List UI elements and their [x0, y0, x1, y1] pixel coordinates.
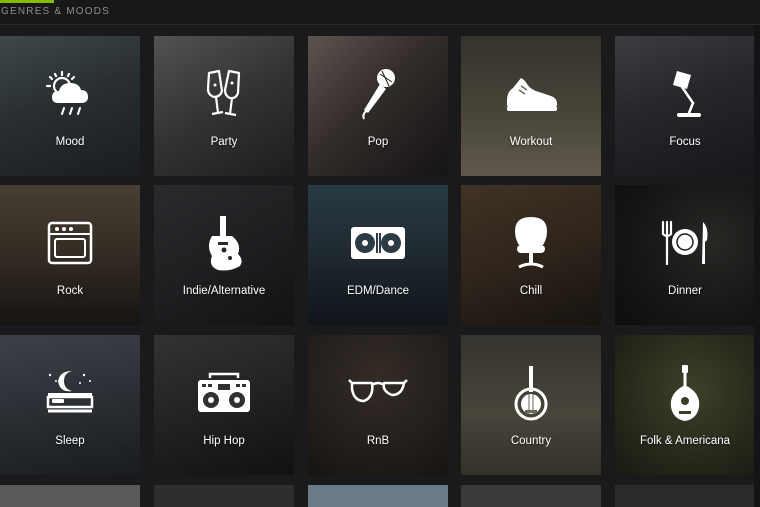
tile-label: Mood	[55, 136, 85, 148]
tile-partial[interactable]	[154, 485, 294, 507]
tile-workout[interactable]: Workout	[461, 36, 601, 176]
tile-label: Sleep	[55, 435, 85, 447]
tile-partial[interactable]	[461, 485, 601, 507]
tile-partial[interactable]	[615, 485, 755, 507]
tile-label: Hip Hop	[203, 435, 245, 447]
tile-label: Rock	[56, 285, 84, 297]
header-accent-bar	[0, 0, 54, 3]
tile-pop[interactable]: Pop	[308, 36, 448, 176]
tile-label: Dinner	[668, 285, 702, 297]
tile-partial[interactable]	[0, 485, 140, 507]
tile-hip-hop[interactable]: Hip Hop	[154, 335, 294, 475]
tile-label: Chill	[519, 285, 543, 297]
boombox-icon	[154, 361, 294, 425]
mandolin-icon	[615, 361, 755, 425]
tile-label: Party	[210, 136, 238, 148]
tile-label: EDM/Dance	[347, 285, 409, 297]
tile-label: Country	[510, 435, 552, 447]
tile-rnb[interactable]: RnB	[308, 335, 448, 475]
electric-guitar-icon	[154, 211, 294, 275]
section-title: GENRES & MOODS	[1, 6, 111, 17]
tile-label: Indie/Alternative	[182, 285, 266, 297]
tile-focus[interactable]: Focus	[615, 36, 755, 176]
tile-country[interactable]: Country	[461, 335, 601, 475]
weather-cloud-icon	[0, 62, 140, 126]
tile-mood[interactable]: Mood	[0, 36, 140, 176]
aviator-glasses-icon	[308, 361, 448, 425]
tile-label: RnB	[366, 435, 390, 447]
champagne-glasses-icon	[154, 62, 294, 126]
tile-edm-dance[interactable]: EDM/Dance	[308, 185, 448, 325]
tile-folk-americana[interactable]: Folk & Americana	[615, 335, 755, 475]
tile-label: Pop	[367, 136, 389, 148]
tile-chill[interactable]: Chill	[461, 185, 601, 325]
tile-label: Focus	[669, 136, 701, 148]
tile-label: Workout	[509, 136, 553, 148]
turntables-icon	[308, 211, 448, 275]
tile-partial[interactable]	[308, 485, 448, 507]
desk-lamp-icon	[615, 62, 755, 126]
amplifier-icon	[0, 211, 140, 275]
banjo-icon	[461, 361, 601, 425]
tile-sleep[interactable]: Sleep	[0, 335, 140, 475]
sneaker-icon	[461, 62, 601, 126]
tile-label: Folk & Americana	[639, 435, 731, 447]
egg-chair-icon	[461, 211, 601, 275]
bed-moon-icon	[0, 361, 140, 425]
section-header: GENRES & MOODS	[0, 0, 760, 25]
tile-indie-alternative[interactable]: Indie/Alternative	[154, 185, 294, 325]
genres-grid: Mood Party Pop Workout Focus Rock Indie/…	[0, 25, 760, 507]
tile-dinner[interactable]: Dinner	[615, 185, 755, 325]
microphone-icon	[308, 62, 448, 126]
vertical-scrollbar[interactable]	[754, 25, 760, 507]
plate-cutlery-icon	[615, 211, 755, 275]
tile-rock[interactable]: Rock	[0, 185, 140, 325]
tile-party[interactable]: Party	[154, 36, 294, 176]
